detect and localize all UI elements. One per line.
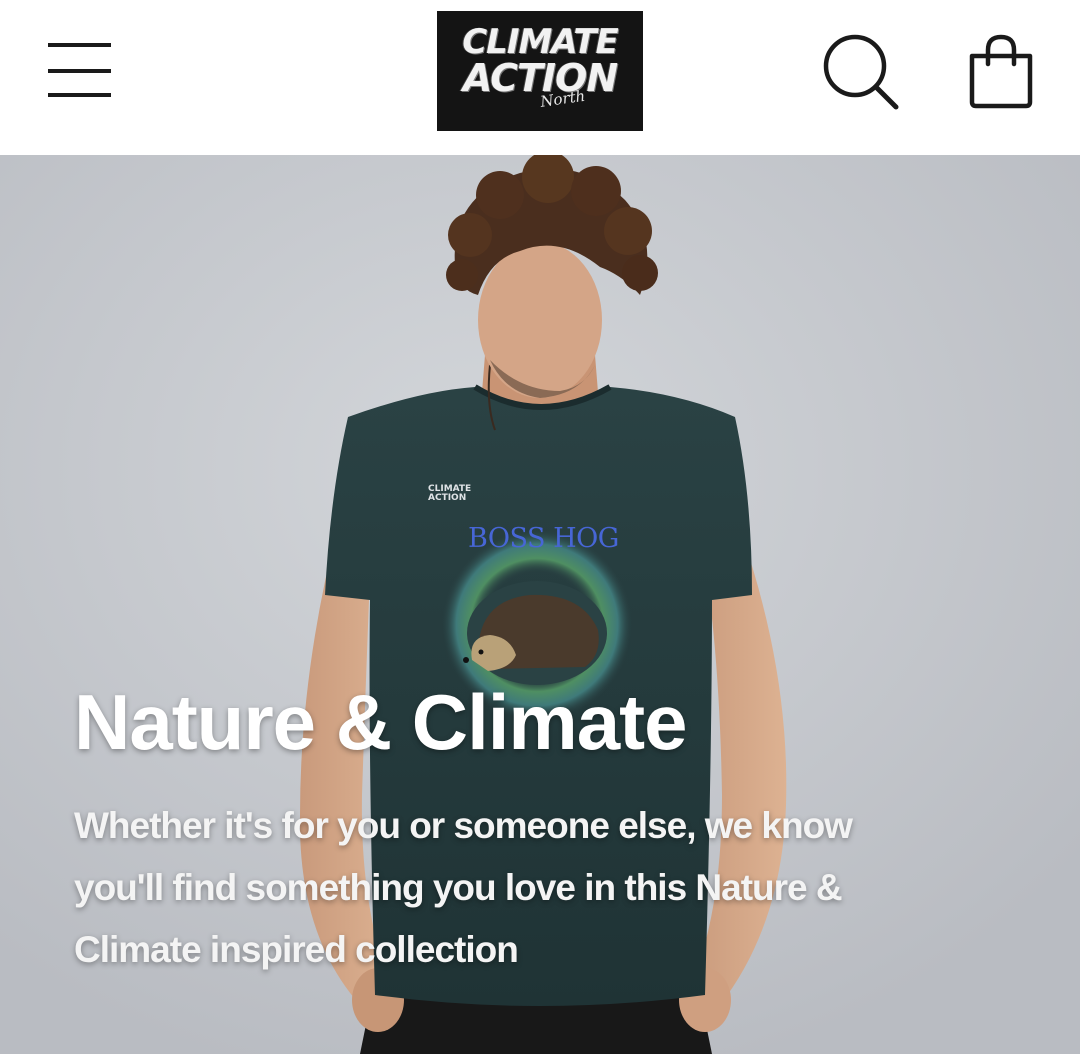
logo-line-climate: CLIMATE xyxy=(462,22,619,62)
cart-button[interactable] xyxy=(958,26,1044,116)
search-icon xyxy=(823,34,899,110)
hamburger-menu-icon xyxy=(48,43,111,97)
menu-button[interactable] xyxy=(34,30,126,112)
site-logo[interactable]: CLIMATE ACTION North xyxy=(437,11,643,131)
hero-banner[interactable]: CLIMATE ACTION BOSS HOG Nature & Climate… xyxy=(0,155,1080,1054)
hero-description: Whether it's for you or someone else, we… xyxy=(74,805,853,970)
shopping-bag-icon xyxy=(969,34,1033,109)
search-button[interactable] xyxy=(815,28,907,114)
hero-title: Nature & Climate xyxy=(74,678,687,766)
site-header: CLIMATE ACTION North xyxy=(0,0,1080,155)
